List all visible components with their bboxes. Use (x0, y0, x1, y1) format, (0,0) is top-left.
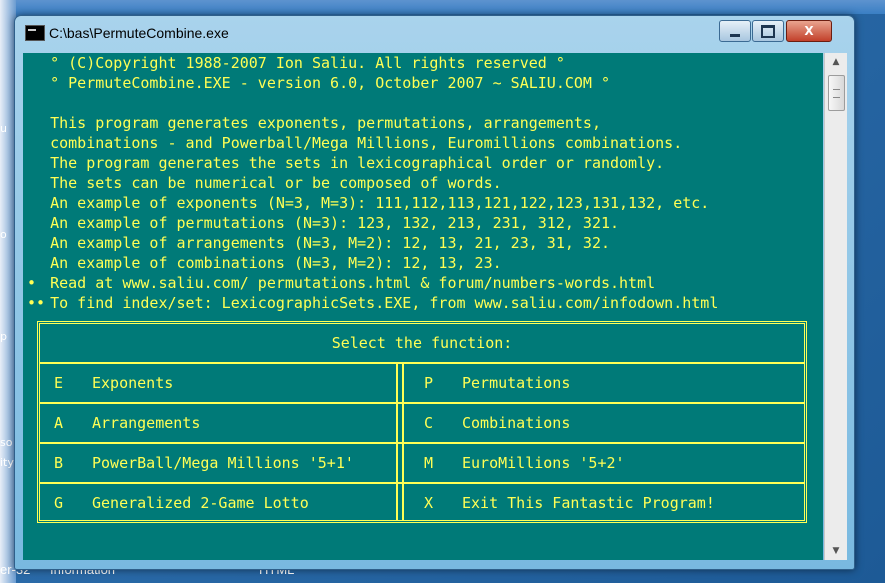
console-line: This program generates exponents, permut… (23, 114, 601, 132)
bullet-marker: •• (27, 294, 46, 312)
menu-key: B (54, 454, 64, 472)
menu-key: X (424, 494, 434, 512)
desktop-fragment: p (0, 330, 7, 343)
desktop-fragment: ity (0, 456, 14, 469)
menu-column-divider (396, 362, 398, 520)
menu-key: P (424, 374, 434, 392)
menu-label: Arrangements (92, 414, 201, 432)
menu-label: Generalized 2-Game Lotto (92, 494, 309, 512)
title-bar[interactable]: C:\bas\PermuteCombine.exe X (15, 16, 854, 52)
minimize-button[interactable] (719, 20, 751, 42)
menu-divider (40, 402, 804, 404)
menu-label: Exit This Fantastic Program! (462, 494, 715, 512)
menu-key: C (424, 414, 434, 432)
desktop-top-strip (0, 0, 885, 14)
menu-column-divider (402, 362, 404, 520)
window-title: C:\bas\PermuteCombine.exe (49, 25, 229, 41)
menu-divider (40, 362, 804, 364)
minimize-icon (730, 33, 740, 37)
console-line: An example of arrangements (N=3, M=2): 1… (23, 234, 610, 252)
menu-label: Permutations (462, 374, 571, 392)
desktop-fragment: so (0, 436, 13, 449)
menu-label: Exponents (92, 374, 174, 392)
menu-label: Combinations (462, 414, 571, 432)
console-line: To find index/set: LexicographicSets.EXE… (23, 294, 719, 312)
desktop-fragment: u (0, 122, 7, 135)
scroll-thumb[interactable] (828, 75, 845, 111)
console-line: combinations - and Powerball/Mega Millio… (23, 134, 683, 152)
console-window: C:\bas\PermuteCombine.exe X ° (C)Copyrig… (14, 15, 855, 570)
maximize-icon (761, 24, 775, 38)
menu-key: E (54, 374, 64, 392)
console-line: ° PermuteCombine.EXE - version 6.0, Octo… (23, 74, 610, 92)
menu-divider (40, 442, 804, 444)
function-menu: Select the function: E Exponents P Permu… (37, 321, 807, 523)
close-icon: X (804, 24, 814, 38)
menu-title: Select the function: (331, 334, 513, 352)
console-line: An example of permutations (N=3): 123, 1… (23, 214, 620, 232)
console-app-icon[interactable] (25, 25, 45, 41)
console-line: The sets can be numerical or be composed… (23, 174, 502, 192)
close-button[interactable]: X (786, 20, 832, 42)
console-line: Read at www.saliu.com/ permutations.html… (23, 274, 656, 292)
menu-key: M (424, 454, 434, 472)
console-line: ° (C)Copyright 1988-2007 Ion Saliu. All … (23, 54, 565, 72)
console-line: The program generates the sets in lexico… (23, 154, 665, 172)
maximize-button[interactable] (752, 20, 784, 42)
bullet-marker: • (27, 274, 37, 292)
menu-divider (40, 482, 804, 484)
desktop-fragment: o (0, 228, 7, 241)
scroll-up-icon[interactable]: ▲ (825, 53, 847, 71)
scroll-down-icon[interactable]: ▼ (825, 542, 847, 560)
vertical-scrollbar[interactable]: ▲ ▼ (824, 53, 847, 560)
console-line: An example of exponents (N=3, M=3): 111,… (23, 194, 710, 212)
menu-label: PowerBall/Mega Millions '5+1' (92, 454, 354, 472)
menu-key: G (54, 494, 64, 512)
console-line: An example of combinations (N=3, M=2): 1… (23, 254, 502, 272)
menu-key: A (54, 414, 64, 432)
menu-label: EuroMillions '5+2' (462, 454, 625, 472)
console-output: ° (C)Copyright 1988-2007 Ion Saliu. All … (23, 53, 823, 560)
